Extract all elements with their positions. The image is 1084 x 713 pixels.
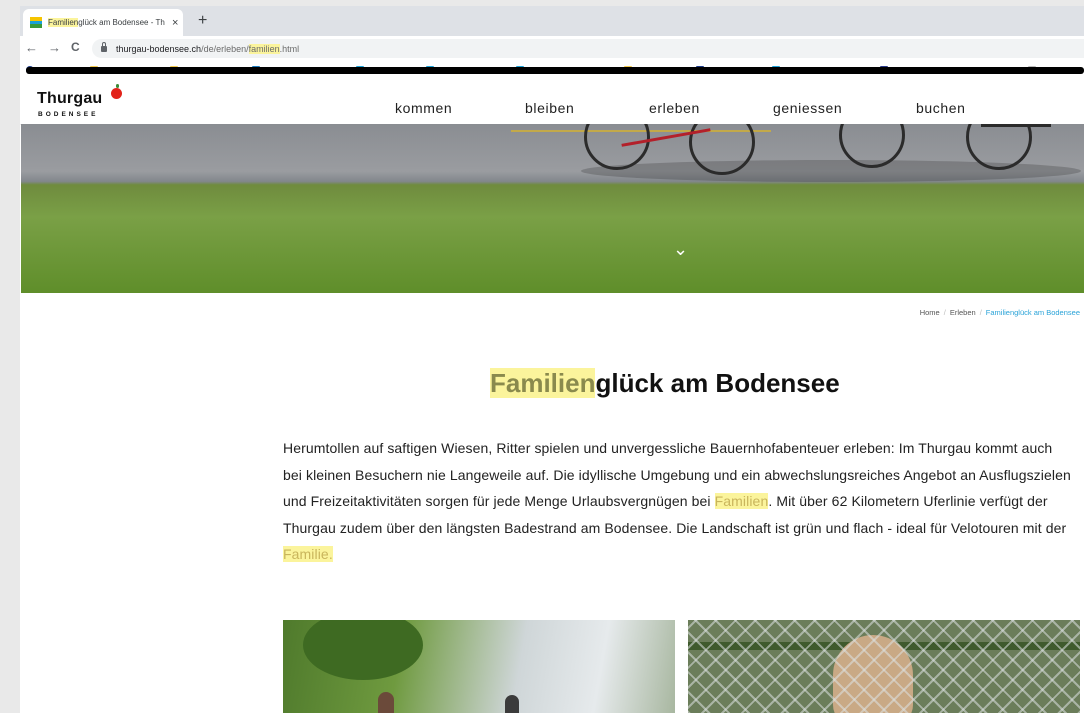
forward-arrow-icon[interactable]: → [48,40,61,55]
nav-item-bleiben[interactable]: bleiben [525,100,574,116]
browser-tab[interactable]: Familienglück am Bodensee - Th × [23,9,183,36]
breadcrumb-current: Familienglück am Bodensee [985,308,1080,317]
nav-item-geniessen[interactable]: geniessen [773,100,842,116]
close-tab-icon[interactable]: × [172,17,178,29]
reload-icon[interactable]: C [71,40,80,54]
nav-item-erleben[interactable]: erleben [649,100,700,116]
address-bar[interactable]: thurgau-bodensee.ch/de/erleben/familien.… [92,39,1084,58]
site-favicon-icon [30,17,42,29]
page-title: Familienglück am Bodensee [490,368,840,398]
tab-strip: Familienglück am Bodensee - Th × + [20,6,1084,36]
breadcrumb-home[interactable]: Home [920,308,940,317]
site-logo-subtitle: BODENSEE [38,111,99,118]
redaction-bar [26,67,1084,74]
scroll-down-chevron-icon[interactable]: ⌄ [673,239,688,260]
hero-image: ⌄ [21,124,1084,293]
apple-icon [111,84,122,99]
tab-title: Familienglück am Bodensee - Th [48,18,165,27]
family-photo-park [283,620,675,713]
bookmarks-bar [20,61,1084,80]
back-arrow-icon[interactable]: ← [25,40,38,55]
lock-icon [101,41,107,52]
site-header: Thurgau BODENSEE kommen bleiben erleben … [20,80,1084,125]
site-logo[interactable]: Thurgau [37,90,102,108]
new-tab-button[interactable]: + [198,12,207,30]
child-photo-fence [688,620,1080,713]
nav-item-buchen[interactable]: buchen [916,100,966,116]
browser-toolbar: ← → C thurgau-bodensee.ch/de/erleben/fam… [20,36,1084,61]
breadcrumb-erleben[interactable]: Erleben [950,308,976,317]
breadcrumb: Home / Erleben / Familienglück am Bodensee [919,308,1080,317]
nav-item-kommen[interactable]: kommen [395,100,452,116]
url-text: thurgau-bodensee.ch/de/erleben/familien.… [116,43,300,54]
intro-paragraph: Herumtollen auf saftigen Wiesen, Ritter … [283,440,1071,562]
browser-window: Familienglück am Bodensee - Th × + ← → C… [20,6,1084,713]
